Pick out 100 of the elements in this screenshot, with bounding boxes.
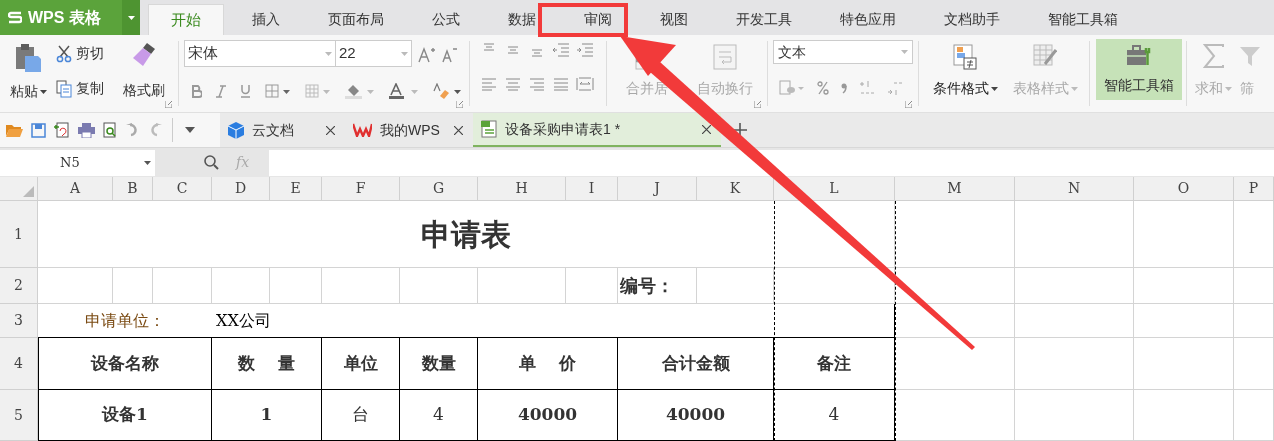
table-cell: 40000: [478, 390, 618, 441]
s-logo-icon: [8, 10, 22, 25]
borders-icon[interactable]: [265, 84, 291, 98]
menu-tab[interactable]: 特色应用: [816, 4, 920, 35]
row-header[interactable]: 2: [0, 268, 38, 304]
number-format-dropdown[interactable]: 文本: [773, 40, 913, 64]
column-header[interactable]: K: [697, 177, 774, 201]
table-cell: [1234, 390, 1274, 441]
align-center-icon[interactable]: [504, 77, 522, 91]
decrease-indent-icon[interactable]: [552, 43, 570, 57]
row-header[interactable]: 1: [0, 201, 38, 268]
caret-icon: [990, 86, 998, 91]
menu-tab[interactable]: 开始: [148, 4, 224, 35]
table-cell: 申请单位：: [38, 304, 212, 338]
align-left-icon[interactable]: [480, 77, 498, 91]
column-header[interactable]: G: [400, 177, 478, 201]
format-painter-button[interactable]: 格式刷: [118, 35, 170, 112]
row-header[interactable]: 3: [0, 304, 38, 338]
table-cell: 4: [400, 390, 478, 441]
table-cell: 备注: [774, 338, 895, 390]
column-header[interactable]: E: [270, 177, 322, 201]
column-header[interactable]: I: [566, 177, 618, 201]
menu-tab[interactable]: 页面布局: [304, 4, 408, 35]
font-name-dropdown[interactable]: 宋体: [184, 40, 336, 67]
row-header[interactable]: 5: [0, 390, 38, 441]
underline-icon[interactable]: [240, 84, 251, 98]
menu-tab[interactable]: 插入: [228, 4, 304, 35]
export-document-icon[interactable]: [54, 122, 70, 138]
font-size-dropdown[interactable]: 22: [335, 40, 412, 67]
caret-icon: [127, 15, 135, 20]
column-header[interactable]: O: [1134, 177, 1234, 201]
column-header[interactable]: M: [895, 177, 1015, 201]
table-cell: 设备名称: [38, 338, 212, 390]
bold-icon[interactable]: [192, 84, 202, 98]
percent-icon[interactable]: [817, 81, 829, 95]
table-cell: [1234, 201, 1274, 268]
printer-icon[interactable]: [78, 122, 95, 138]
close-icon[interactable]: [326, 125, 335, 135]
menu-tab[interactable]: 文档助手: [920, 4, 1024, 35]
decrease-decimal-icon[interactable]: [887, 80, 903, 96]
increase-indent-icon[interactable]: [576, 43, 594, 57]
document-tab[interactable]: 设备采购申请表1 *: [473, 113, 721, 147]
column-header[interactable]: B: [113, 177, 153, 201]
close-icon[interactable]: [702, 124, 711, 134]
table-cell: 数量: [400, 338, 478, 390]
smart-toolbox-button[interactable]: 智能工具箱: [1096, 39, 1182, 100]
conditional-format-button[interactable]: 条件格式: [925, 35, 1005, 112]
cut-button[interactable]: 剪切: [56, 43, 118, 64]
column-header[interactable]: D: [212, 177, 270, 201]
wrap-text-icon: [713, 44, 737, 70]
undo-icon[interactable]: [126, 123, 140, 137]
column-header[interactable]: J: [618, 177, 697, 201]
table-cell: [1234, 338, 1274, 390]
caret-icon: [901, 50, 908, 54]
print-preview-icon[interactable]: [103, 122, 118, 138]
dialog-launcher-icon: [905, 101, 912, 108]
plus-icon[interactable]: [733, 123, 747, 137]
cell-style-icon[interactable]: [305, 84, 331, 98]
clear-format-icon[interactable]: [433, 83, 461, 99]
fill-color-icon[interactable]: [345, 83, 375, 99]
comma-icon[interactable]: [841, 82, 847, 94]
save-icon[interactable]: [31, 122, 46, 138]
name-box[interactable]: N5: [0, 149, 155, 176]
column-header[interactable]: H: [478, 177, 566, 201]
justify-icon[interactable]: [552, 77, 570, 91]
caret-icon: [144, 160, 151, 165]
row-header[interactable]: 4: [0, 338, 38, 390]
formula-input[interactable]: [269, 149, 1274, 176]
table-cell: 编号：: [618, 268, 697, 304]
conditional-format-icon: [953, 44, 977, 70]
app-dropdown-button[interactable]: [122, 0, 140, 35]
column-header[interactable]: F: [322, 177, 400, 201]
zoom-icon[interactable]: [204, 155, 219, 170]
redo-icon[interactable]: [148, 123, 162, 137]
copy-button[interactable]: 复制: [56, 78, 118, 99]
menu-tab[interactable]: 数据: [484, 4, 560, 35]
column-header[interactable]: A: [38, 177, 113, 201]
paste-button[interactable]: 粘贴: [0, 35, 56, 112]
align-right-icon[interactable]: [528, 77, 546, 91]
dropdown-arrow-icon[interactable]: [185, 127, 195, 133]
menu-tab[interactable]: 智能工具箱: [1024, 4, 1142, 35]
distribute-icon[interactable]: [576, 77, 594, 91]
italic-icon[interactable]: [216, 84, 226, 98]
font-color-icon[interactable]: [389, 83, 419, 99]
menu-tab[interactable]: 视图: [636, 4, 712, 35]
folder-icon[interactable]: [6, 123, 23, 137]
column-header[interactable]: C: [153, 177, 212, 201]
increase-decimal-icon[interactable]: [859, 80, 875, 96]
currency-icon[interactable]: [779, 80, 805, 96]
column-header[interactable]: P: [1234, 177, 1274, 201]
menu-tab[interactable]: 审阅: [560, 4, 636, 35]
table-cell: 台: [322, 390, 400, 441]
column-header[interactable]: N: [1015, 177, 1134, 201]
w-logo-icon: [353, 123, 372, 137]
dialog-launcher-icon: [165, 101, 172, 108]
close-icon[interactable]: [454, 125, 463, 135]
menu-tab[interactable]: 公式: [408, 4, 484, 35]
select-all-icon[interactable]: [23, 186, 34, 197]
menu-tab[interactable]: 开发工具: [712, 4, 816, 35]
table-cell: 单 价: [478, 338, 618, 390]
